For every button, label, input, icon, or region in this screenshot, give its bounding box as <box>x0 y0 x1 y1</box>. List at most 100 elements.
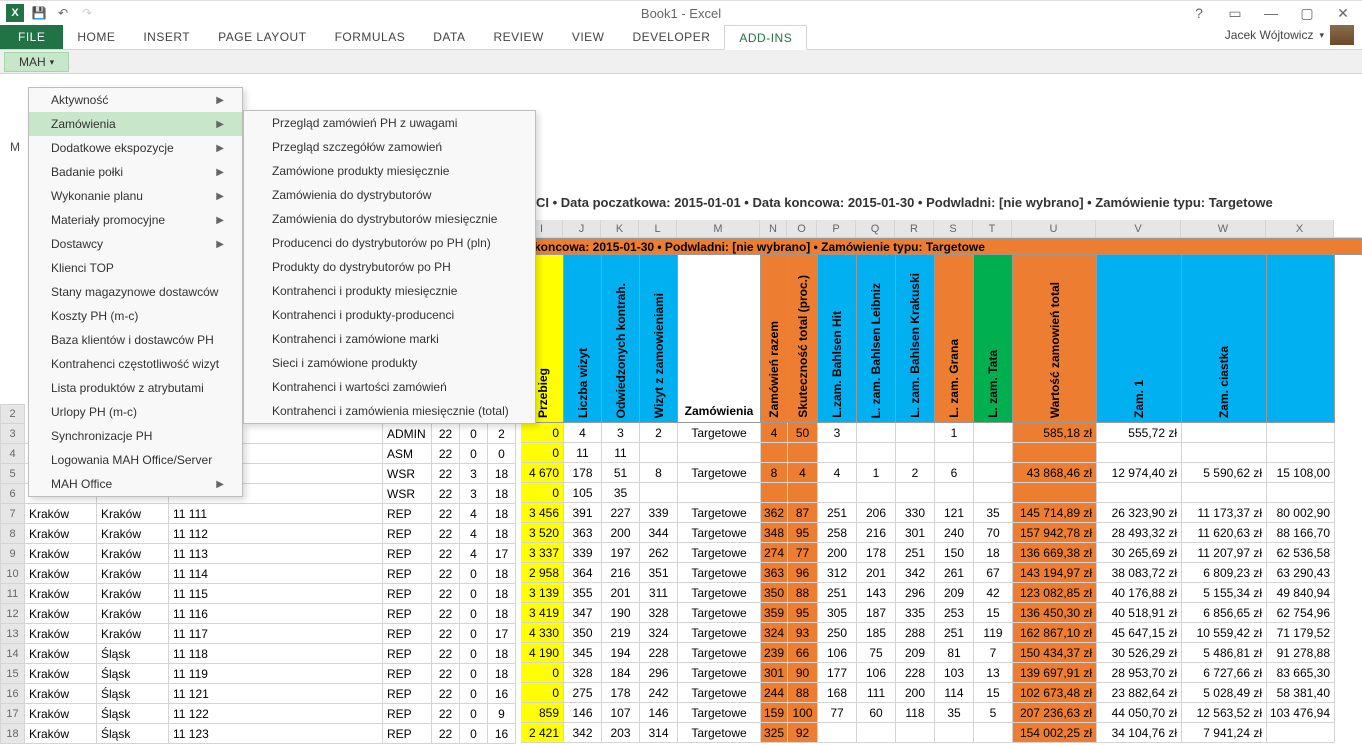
grid-column-header[interactable]: L. zam. Tata <box>974 255 1013 423</box>
cell[interactable]: REP <box>383 564 432 584</box>
row-header[interactable]: 15 <box>0 664 25 684</box>
cell[interactable]: 22 <box>432 464 460 484</box>
col-header[interactable]: S <box>934 220 973 237</box>
cell[interactable]: 22 <box>432 684 460 704</box>
cell[interactable]: 0 <box>460 664 488 684</box>
submenu-item[interactable]: Kontrahenci i zamówione marki <box>244 327 535 351</box>
cell[interactable]: 11 117 <box>169 624 383 644</box>
save-icon[interactable]: 💾 <box>28 2 50 24</box>
cell[interactable]: 3 <box>460 484 488 504</box>
cell[interactable]: Kraków <box>25 524 97 544</box>
grid-column-header[interactable]: Zam. 1 <box>1097 255 1182 423</box>
col-header[interactable]: J <box>563 220 601 237</box>
menu-item[interactable]: Koszty PH (m-c) <box>29 304 242 328</box>
row-header[interactable]: 5 <box>0 464 25 484</box>
row-header[interactable]: 13 <box>0 624 25 644</box>
cell[interactable]: 18 <box>488 604 516 624</box>
grid-column-header[interactable]: Skuteczność total (proc.) <box>788 255 818 423</box>
submenu-item[interactable]: Kontrahenci i produkty-producenci <box>244 303 535 327</box>
cell[interactable]: ASM <box>383 444 432 464</box>
menu-item[interactable]: MAH Office▶ <box>29 472 242 496</box>
tab-data[interactable]: DATA <box>419 25 479 49</box>
cell[interactable]: 0 <box>460 704 488 724</box>
undo-icon[interactable]: ↶ <box>52 2 74 24</box>
cell[interactable]: WSR <box>383 484 432 504</box>
close-icon[interactable]: ✕ <box>1330 3 1356 23</box>
cell[interactable]: Kraków <box>25 504 97 524</box>
cell[interactable]: 22 <box>432 664 460 684</box>
tab-formulas[interactable]: FORMULAS <box>321 25 420 49</box>
cell[interactable]: Śląsk <box>97 704 169 724</box>
col-header[interactable]: K <box>601 220 639 237</box>
cell[interactable]: REP <box>383 504 432 524</box>
cell[interactable]: 3 <box>460 464 488 484</box>
grid-column-header[interactable]: Zamówień razem <box>761 255 788 423</box>
menu-item[interactable]: Dodatkowe ekspozycje▶ <box>29 136 242 160</box>
row-header[interactable]: 16 <box>0 684 25 704</box>
col-header[interactable]: T <box>973 220 1012 237</box>
col-header[interactable]: P <box>817 220 856 237</box>
submenu-item[interactable]: Produkty do dystrybutorów po PH <box>244 255 535 279</box>
submenu-item[interactable]: Producenci do dystrybutorów po PH (pln) <box>244 231 535 255</box>
menu-item[interactable]: Synchronizacje PH <box>29 424 242 448</box>
cell[interactable]: 18 <box>488 504 516 524</box>
cell[interactable]: 11 123 <box>169 724 383 744</box>
cell[interactable]: 0 <box>460 564 488 584</box>
cell[interactable]: WSR <box>383 464 432 484</box>
cell[interactable]: 18 <box>488 564 516 584</box>
tab-review[interactable]: REVIEW <box>479 25 557 49</box>
cell[interactable]: 11 111 <box>169 504 383 524</box>
user-account[interactable]: Jacek Wójtowicz ▾ <box>1225 25 1354 45</box>
cell[interactable]: 22 <box>432 544 460 564</box>
submenu-item[interactable]: Przegląd szczegółów zamowień <box>244 135 535 159</box>
submenu-item[interactable]: Kontrahenci i zamówienia miesięcznie (to… <box>244 399 535 423</box>
menu-item[interactable]: Klienci TOP <box>29 256 242 280</box>
row-header[interactable]: 17 <box>0 704 25 724</box>
grid-column-header[interactable]: Odwiedzonych kontrah. <box>602 255 640 423</box>
cell[interactable]: 22 <box>432 424 460 444</box>
cell[interactable]: 18 <box>488 524 516 544</box>
menu-item[interactable]: Wykonanie planu▶ <box>29 184 242 208</box>
row-header[interactable]: 2 <box>0 404 25 424</box>
cell[interactable]: Kraków <box>25 684 97 704</box>
cell[interactable]: Kraków <box>25 704 97 724</box>
cell[interactable]: REP <box>383 704 432 724</box>
row-header[interactable]: 8 <box>0 524 25 544</box>
cell[interactable]: 18 <box>488 644 516 664</box>
cell[interactable]: 22 <box>432 604 460 624</box>
cell[interactable]: Kraków <box>25 564 97 584</box>
tab-view[interactable]: VIEW <box>558 25 619 49</box>
cell[interactable]: 11 119 <box>169 664 383 684</box>
cell[interactable]: 11 112 <box>169 524 383 544</box>
row-header[interactable]: 10 <box>0 564 25 584</box>
menu-item[interactable]: Stany magazynowe dostawców <box>29 280 242 304</box>
row-header[interactable]: 11 <box>0 584 25 604</box>
row-header[interactable]: 6 <box>0 484 25 504</box>
tab-insert[interactable]: INSERT <box>129 25 204 49</box>
row-header[interactable]: 7 <box>0 504 25 524</box>
cell[interactable]: 0 <box>460 724 488 744</box>
cell[interactable]: Śląsk <box>97 724 169 744</box>
cell[interactable]: Kraków <box>25 604 97 624</box>
cell[interactable]: 2 <box>488 424 516 444</box>
tab-file[interactable]: FILE <box>0 25 63 49</box>
menu-item[interactable]: Baza klientów i dostawców PH <box>29 328 242 352</box>
tab-add-ins[interactable]: ADD-INS <box>724 25 807 50</box>
cell[interactable]: Kraków <box>25 724 97 744</box>
cell[interactable]: Kraków <box>97 604 169 624</box>
cell[interactable]: 22 <box>432 444 460 464</box>
cell[interactable]: Kraków <box>25 664 97 684</box>
menu-item[interactable]: Aktywność▶ <box>29 88 242 112</box>
grid-column-header[interactable]: Wartość zamowień total <box>1013 255 1097 423</box>
submenu-item[interactable]: Sieci i zamówione produkty <box>244 351 535 375</box>
cell[interactable]: REP <box>383 624 432 644</box>
grid-column-header[interactable]: L. zam. Grana <box>935 255 974 423</box>
menu-item[interactable]: Badanie połki▶ <box>29 160 242 184</box>
cell[interactable]: Śląsk <box>97 644 169 664</box>
mah-menu-button[interactable]: MAH ▾ <box>4 52 69 72</box>
cell[interactable]: REP <box>383 584 432 604</box>
cell[interactable]: 4 <box>460 524 488 544</box>
cell[interactable]: 11 114 <box>169 564 383 584</box>
cell[interactable]: Kraków <box>25 624 97 644</box>
excel-app-icon[interactable]: X <box>4 2 26 24</box>
